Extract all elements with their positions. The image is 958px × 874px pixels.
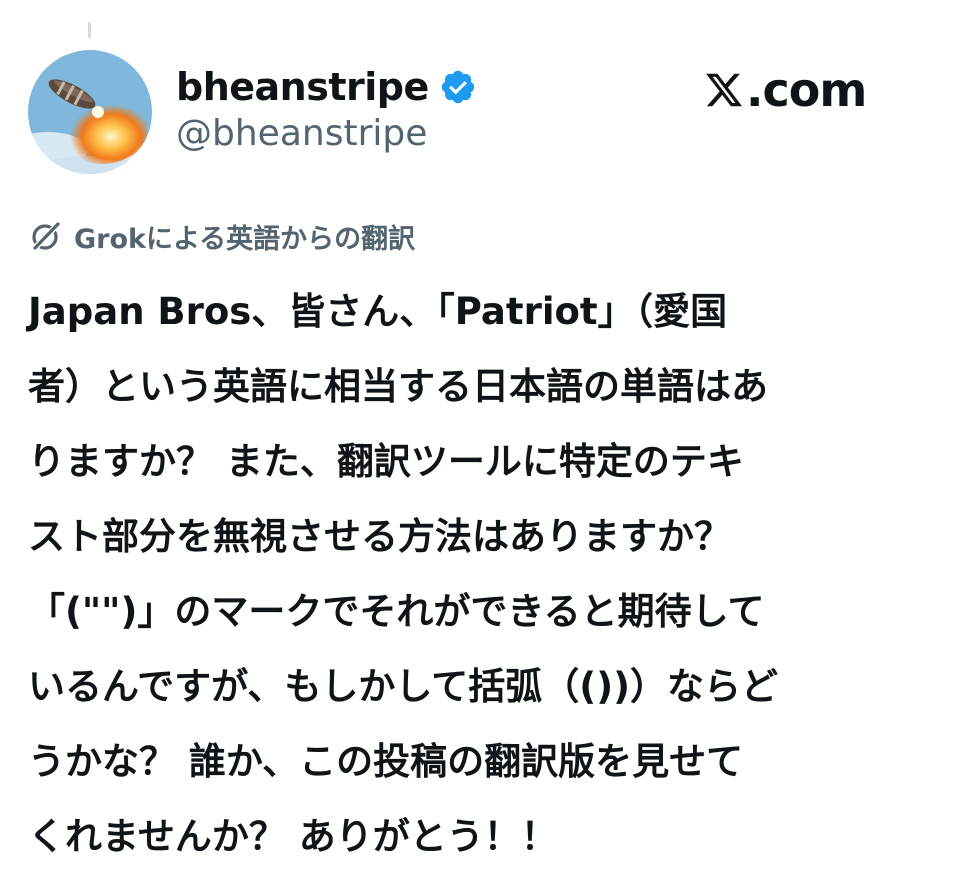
display-name[interactable]: bheanstripe	[176, 65, 429, 109]
brand-watermark: .com	[704, 60, 867, 120]
post-text-line: いるんですが、もしかして括弧（())）ならど	[28, 665, 779, 708]
author-name-row: bheanstripe	[176, 62, 477, 112]
post-text-line: 者）という英語に相当する日本語の単語はあ	[28, 365, 768, 408]
translation-attribution[interactable]: Grokによる英語からの翻訳	[28, 214, 415, 258]
timeline-connector	[88, 22, 91, 38]
avatar[interactable]	[28, 50, 152, 174]
grok-icon	[31, 220, 62, 252]
post-text-line: Japan Bros、皆さん、「Patriot」（愛国	[28, 290, 728, 333]
post-text-line: りますか？ また、翻訳ツールに特定のテキ	[28, 440, 744, 483]
cropped-content-fragment	[260, 862, 390, 870]
post-text-line: スト部分を無視させる方法はありますか？	[28, 515, 731, 558]
brand-domain-text: .com	[746, 63, 867, 117]
post-text-line: 「("")」のマークでそれができると期待して	[28, 590, 765, 633]
avatar-image	[28, 50, 152, 174]
post-text-line: くれませんか？ ありがとう！！	[28, 815, 558, 858]
post-text-line: うかな？ 誰か、この投稿の翻訳版を見せて	[28, 740, 744, 783]
author-handle[interactable]: @bheanstripe	[176, 113, 427, 154]
verified-badge-icon	[441, 70, 474, 104]
x-logo-icon	[706, 73, 743, 107]
post-text: Japan Bros、皆さん、「Patriot」（愛国 者）という英語に相当する…	[28, 274, 933, 874]
translation-label: Grokによる英語からの翻訳	[74, 223, 416, 255]
